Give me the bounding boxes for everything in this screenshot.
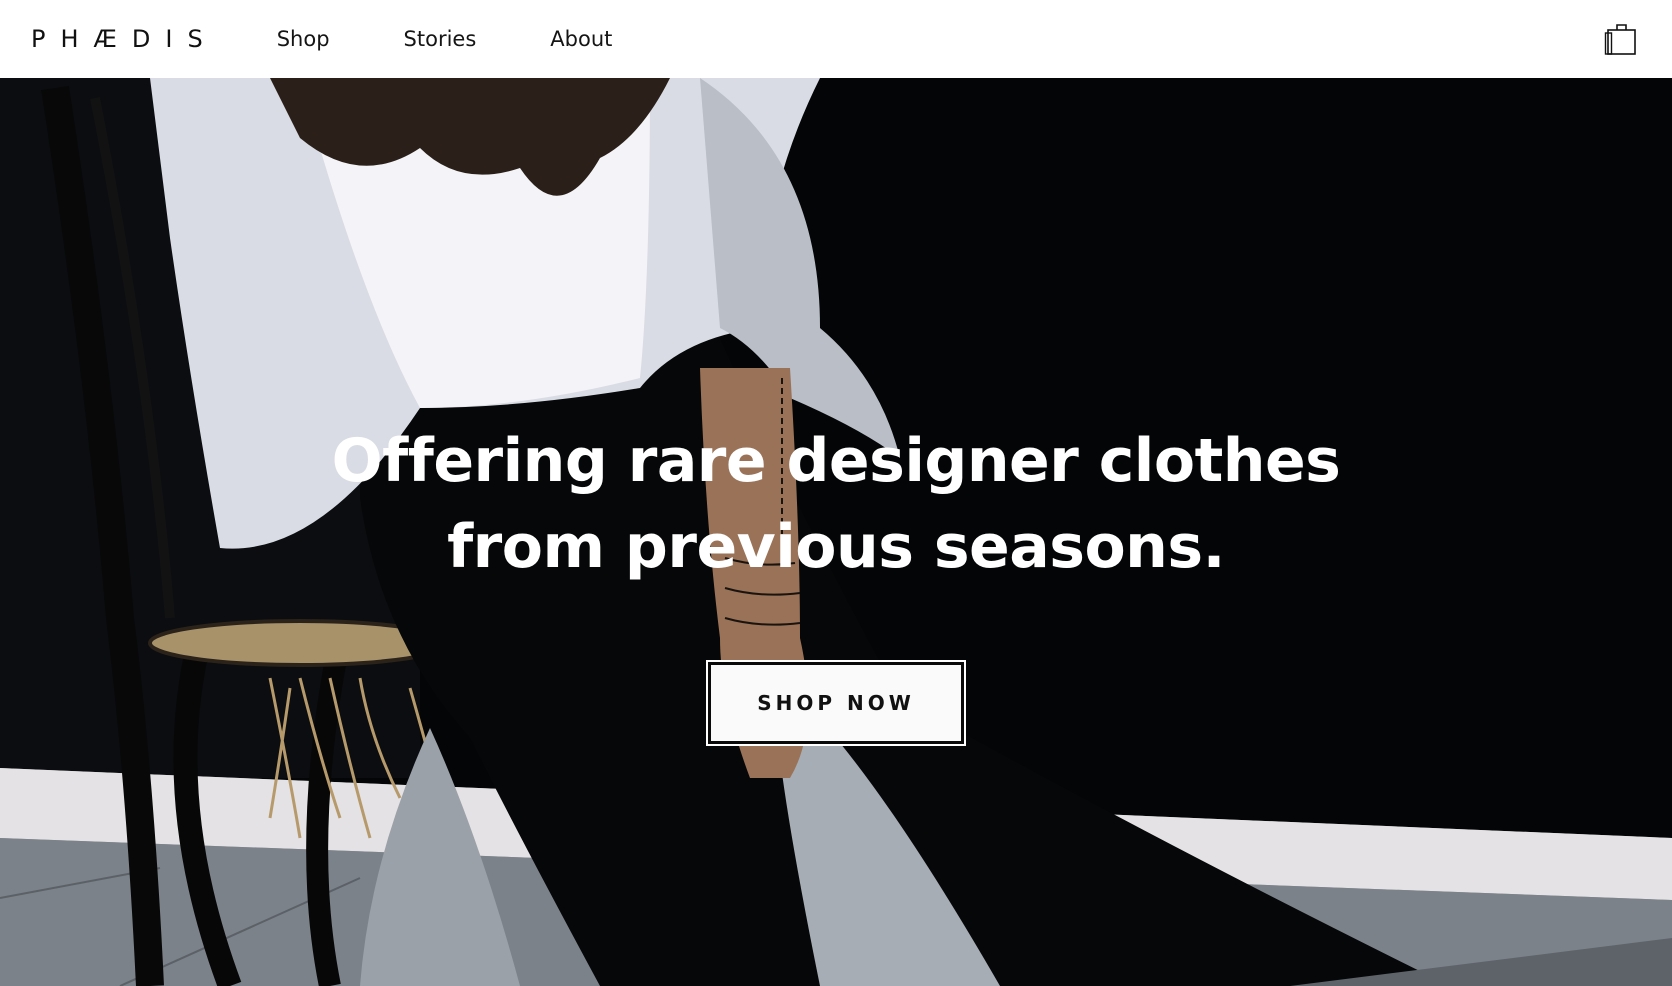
shop-now-button[interactable]: SHOP NOW xyxy=(706,660,966,746)
hero-section: Offering rare designer clothes from prev… xyxy=(0,78,1672,986)
shopping-bag-icon[interactable] xyxy=(1604,22,1638,56)
hero-headline: Offering rare designer clothes from prev… xyxy=(0,418,1672,590)
nav-link-stories[interactable]: Stories xyxy=(404,27,477,51)
main-nav: Shop Stories About xyxy=(277,27,613,51)
site-header: PHÆDIS Shop Stories About xyxy=(0,0,1672,78)
nav-link-shop[interactable]: Shop xyxy=(277,27,330,51)
nav-link-about[interactable]: About xyxy=(550,27,612,51)
hero-headline-line-2: from previous seasons. xyxy=(447,512,1225,582)
brand-logo[interactable]: PHÆDIS xyxy=(31,25,218,53)
hero-headline-line-1: Offering rare designer clothes xyxy=(331,426,1341,496)
